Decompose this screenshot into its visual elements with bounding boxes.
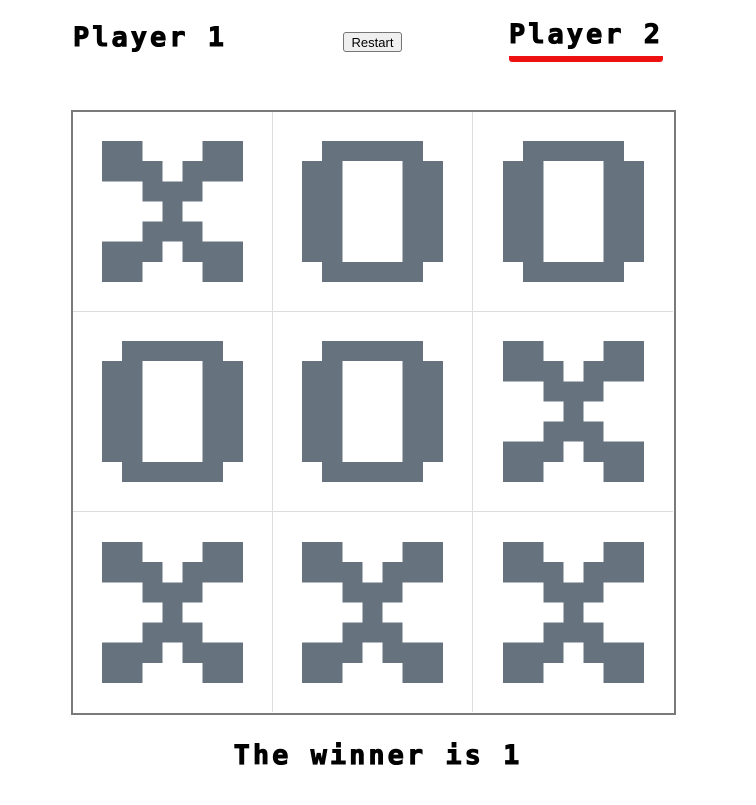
x-mark-icon [302, 541, 443, 683]
x-mark-icon [102, 141, 243, 282]
board-cell-3[interactable] [473, 112, 673, 312]
board-cell-5[interactable] [273, 312, 473, 512]
player-2-label-active: Player 2 [508, 19, 664, 62]
o-mark-icon [102, 341, 243, 482]
x-mark-icon [502, 341, 644, 482]
board-cell-6[interactable] [473, 312, 673, 512]
board-cell-4[interactable] [73, 312, 273, 512]
x-mark-icon [102, 541, 243, 683]
board-cell-9[interactable] [473, 512, 673, 712]
board-cell-8[interactable] [273, 512, 473, 712]
o-mark-icon [302, 341, 443, 482]
o-mark-icon [502, 141, 644, 282]
x-mark-icon [502, 541, 644, 683]
restart-button[interactable]: Restart [343, 32, 402, 52]
winner-message: The winner is 1 [233, 740, 523, 772]
board-cell-7[interactable] [73, 512, 273, 712]
board-cell-2[interactable] [273, 112, 473, 312]
game-board [71, 110, 676, 715]
o-mark-icon [302, 141, 443, 282]
player-1-label: Player 1 [72, 22, 228, 54]
board-cell-1[interactable] [73, 112, 273, 312]
